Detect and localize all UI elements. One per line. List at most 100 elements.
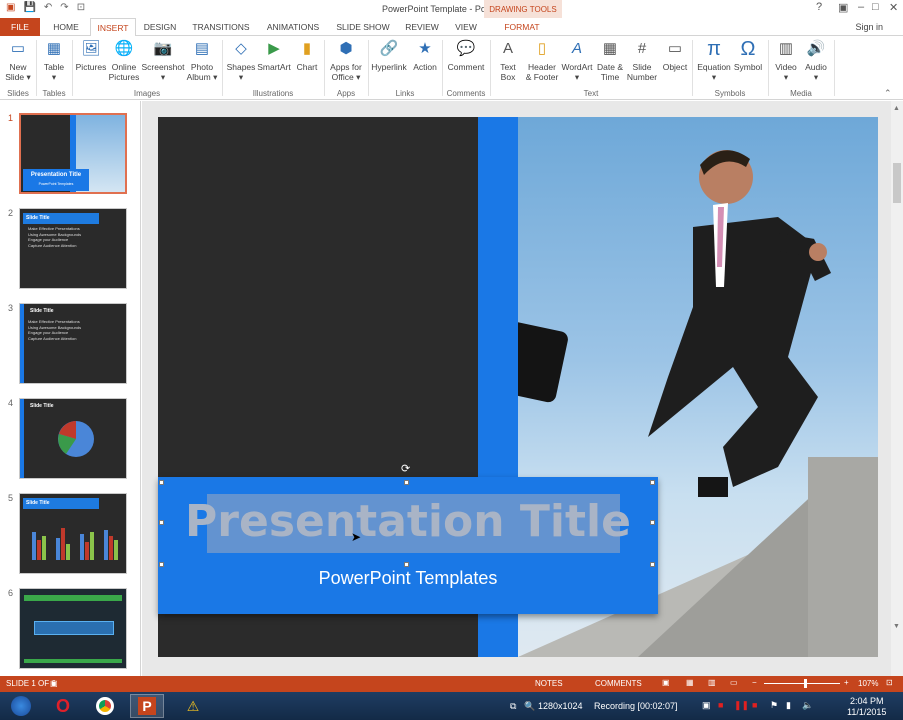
thumbnail-bar-chart (32, 528, 118, 560)
apps-for-office-button[interactable]: ⬢ Apps for Office ▾ (328, 38, 364, 82)
close-icon[interactable]: ✕ (889, 1, 898, 14)
warning-icon[interactable]: ⚠ (176, 694, 210, 718)
resize-handle[interactable] (650, 480, 655, 485)
zoom-out-icon[interactable]: − (752, 678, 757, 687)
object-button[interactable]: ▭ Object (660, 38, 690, 72)
normal-view-icon[interactable]: ▣ (662, 678, 670, 687)
resize-handle[interactable] (404, 562, 409, 567)
record-icon[interactable]: ■ (718, 700, 723, 710)
start-button[interactable] (4, 694, 38, 718)
audio-button[interactable]: 🔊 Audio ▾ (802, 38, 830, 82)
smartart-button[interactable]: ▶ SmartArt (256, 38, 292, 72)
chrome-icon[interactable] (88, 694, 122, 718)
clock-time[interactable]: 2:04 PM (850, 696, 884, 706)
symbol-icon: Ω (740, 38, 756, 60)
chart-button[interactable]: ▮ Chart (294, 38, 320, 72)
volume-icon[interactable]: 🔈 (802, 700, 813, 711)
online-pictures-icon: 🌐 (114, 40, 134, 57)
opera-icon[interactable]: O (46, 694, 80, 718)
notes-button[interactable]: NOTES (535, 679, 563, 688)
slide-sorter-icon[interactable]: ▦ (686, 678, 694, 687)
sign-in-link[interactable]: Sign in (855, 22, 883, 32)
thumbnail-bullets: Make Effective Presentations Using Awesom… (28, 319, 82, 341)
tab-animations[interactable]: ANIMATIONS (258, 18, 328, 36)
maximize-icon[interactable]: □ (872, 1, 879, 13)
slide-thumbnail-4[interactable]: Slide Title (19, 398, 127, 479)
reading-view-icon[interactable]: ▥ (708, 678, 716, 687)
help-icon[interactable]: ? (816, 1, 822, 13)
minimize-icon[interactable]: – (858, 1, 864, 13)
slide-thumbnail-2[interactable]: Slide Title Make Effective Presentations… (19, 208, 127, 289)
video-button[interactable]: ▥ Video ▾ (772, 38, 800, 82)
equation-button[interactable]: π Equation ▾ (694, 38, 734, 82)
tray-capture-icon[interactable]: ⧉ (510, 701, 516, 712)
hyperlink-button[interactable]: 🔗 Hyperlink (370, 38, 408, 72)
tab-transitions[interactable]: TRANSITIONS (186, 18, 256, 36)
zoom-slider-thumb[interactable] (804, 679, 807, 688)
pause-icon[interactable]: ❚❚ (734, 700, 749, 711)
collapse-ribbon-icon[interactable]: ⌃ (884, 88, 892, 99)
ribbon-display-icon[interactable]: ▣ (838, 1, 848, 14)
camera-icon[interactable]: ▣ (702, 700, 711, 711)
zoom-slider[interactable] (764, 683, 840, 684)
apps-icon: ⬢ (339, 40, 353, 57)
tab-slide-show[interactable]: SLIDE SHOW (330, 18, 396, 36)
spelling-icon[interactable]: ▣ (50, 679, 58, 688)
tab-design[interactable]: DESIGN (138, 18, 182, 36)
slide-thumbnail-5[interactable]: Slide Title (19, 493, 127, 574)
rotate-handle-icon[interactable]: ⟳ (401, 462, 410, 475)
photo-album-button[interactable]: ▤ Photo Album ▾ (186, 38, 218, 82)
slide-show-icon[interactable]: ▭ (730, 678, 738, 687)
comments-button[interactable]: COMMENTS (595, 679, 642, 688)
screenshot-button[interactable]: 📷 Screenshot ▾ (140, 38, 186, 82)
slide-title[interactable]: Presentation Title (158, 494, 658, 553)
shapes-button[interactable]: ◇ Shapes ▾ (226, 38, 256, 82)
clock-date[interactable]: 11/1/2015 (847, 707, 886, 717)
stop-icon[interactable]: ■ (752, 700, 757, 710)
tab-format[interactable]: FORMAT (496, 18, 548, 36)
group-text: Text (583, 89, 599, 98)
resize-handle[interactable] (159, 520, 164, 525)
resize-handle[interactable] (650, 520, 655, 525)
tab-file[interactable]: FILE (0, 18, 40, 36)
tab-view[interactable]: VIEW (448, 18, 484, 36)
symbol-button[interactable]: Ω Symbol (732, 38, 764, 72)
resize-handle[interactable] (159, 480, 164, 485)
comment-icon: 💬 (456, 40, 476, 57)
comment-button[interactable]: 💬 Comment (446, 38, 486, 72)
slide-thumbnail-6[interactable] (19, 588, 127, 669)
pictures-button[interactable]: 🖼 Pictures (74, 38, 108, 72)
resize-handle[interactable] (404, 480, 409, 485)
table-button[interactable]: ▦ Table ▾ (40, 38, 68, 82)
slide-number: 6 (8, 588, 14, 598)
wordart-button[interactable]: A WordArt ▾ (560, 38, 594, 82)
new-slide-button[interactable]: ▭ New Slide ▾ (3, 38, 33, 82)
network-icon[interactable]: ▮ (786, 700, 791, 711)
fit-slide-icon[interactable]: ⊡ (886, 678, 893, 687)
tab-home[interactable]: HOME (44, 18, 88, 36)
slide-number: 2 (8, 208, 14, 218)
vertical-scrollbar[interactable]: ▲ ▼ (891, 101, 903, 676)
header-footer-button[interactable]: ▯ Header & Footer (522, 38, 562, 82)
powerpoint-taskbar-icon[interactable]: P (130, 694, 164, 718)
slide-subtitle[interactable]: PowerPoint Templates (158, 568, 658, 589)
flag-icon[interactable]: ⚑ (770, 700, 778, 711)
tab-insert[interactable]: INSERT (90, 18, 136, 37)
slide-thumbnail-3[interactable]: Slide Title Make Effective Presentations… (19, 303, 127, 384)
zoom-level[interactable]: 107% (858, 679, 878, 688)
tab-review[interactable]: REVIEW (400, 18, 444, 36)
text-box-button[interactable]: A Text Box (496, 38, 520, 82)
zoom-in-icon[interactable]: + (844, 678, 849, 687)
pictures-icon: 🖼 (81, 40, 101, 57)
online-pictures-button[interactable]: 🌐 Online Pictures (108, 38, 140, 82)
action-button[interactable]: ★ Action (410, 38, 440, 72)
slide-thumbnail-1[interactable]: Presentation Title PowerPoint Templates (19, 113, 127, 194)
resize-handle[interactable] (650, 562, 655, 567)
resize-handle[interactable] (159, 562, 164, 567)
thumbnail-title: Slide Title (23, 498, 99, 509)
group-apps: Apps (336, 89, 356, 98)
date-time-button[interactable]: ▦ Date & Time (596, 38, 624, 82)
slide-number-button[interactable]: # Slide Number (624, 38, 660, 82)
chart-icon: ▮ (302, 40, 312, 57)
tray-search-icon[interactable]: 🔍 (524, 701, 535, 712)
